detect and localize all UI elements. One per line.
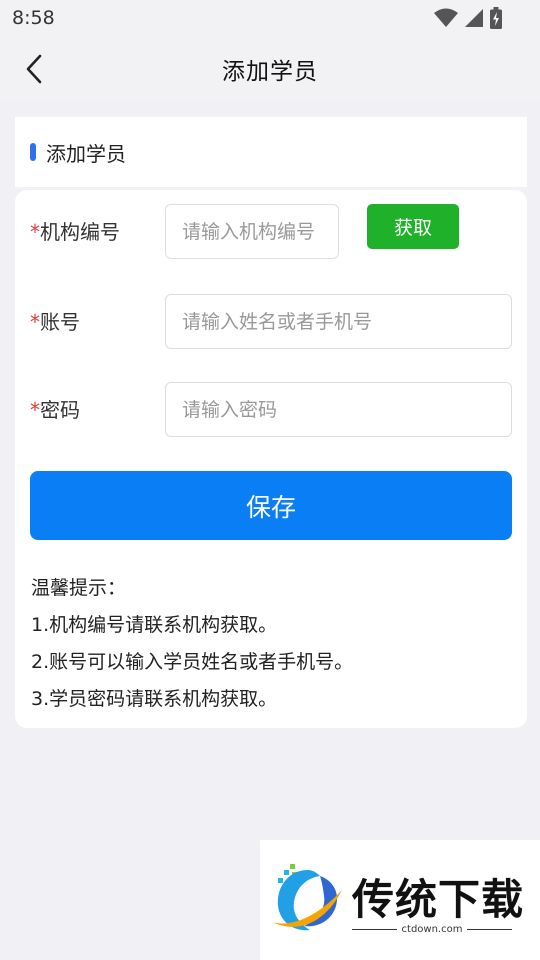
status-icons (434, 7, 502, 29)
section-accent-bar (30, 143, 36, 161)
required-mark: * (30, 398, 40, 422)
get-org-code-button[interactable]: 获取 (367, 204, 459, 249)
password-label: *密码 (30, 394, 80, 423)
tips-block: 温馨提示： 1.机构编号请联系机构获取。 2.账号可以输入学员姓名或者手机号。 … (31, 570, 511, 718)
battery-icon (490, 7, 502, 29)
signal-icon (465, 9, 483, 27)
tip-line: 1.机构编号请联系机构获取。 (31, 614, 278, 636)
account-label: *账号 (30, 306, 80, 335)
watermark: 传统下载 ctdown.com (260, 840, 540, 960)
account-label-text: 账号 (40, 310, 80, 334)
wifi-icon (434, 8, 458, 27)
page-title: 添加学员 (222, 59, 318, 85)
tips-heading: 温馨提示： (31, 577, 127, 599)
status-bar: 8:58 (0, 0, 540, 36)
save-button[interactable]: 保存 (30, 471, 512, 540)
required-mark: * (30, 220, 40, 244)
form-card: *机构编号 获取 *账号 *密码 保存 温馨提示： 1.机构编号请联系机构获取。… (15, 190, 527, 728)
org-code-input[interactable] (165, 204, 339, 259)
tip-line: 3.学员密码请联系机构获取。 (31, 688, 278, 710)
chevron-left-icon (26, 54, 42, 84)
org-code-label-text: 机构编号 (40, 220, 120, 244)
watermark-url-row: ctdown.com (352, 924, 512, 935)
password-label-text: 密码 (40, 398, 80, 422)
navbar: 添加学员 (0, 36, 540, 102)
status-time: 8:58 (12, 7, 55, 29)
watermark-name: 传统下载 (352, 875, 525, 924)
password-input[interactable] (165, 382, 512, 437)
tip-line: 2.账号可以输入学员姓名或者手机号。 (31, 651, 354, 673)
watermark-logo-icon (272, 864, 342, 931)
watermark-divider (467, 929, 512, 930)
section-header: 添加学员 (15, 117, 527, 187)
back-button[interactable] (18, 52, 50, 86)
watermark-url: ctdown.com (401, 924, 463, 935)
account-input[interactable] (165, 294, 512, 349)
section-title: 添加学员 (46, 141, 126, 166)
required-mark: * (30, 310, 40, 334)
org-code-label: *机构编号 (30, 216, 120, 245)
watermark-divider (352, 929, 397, 930)
